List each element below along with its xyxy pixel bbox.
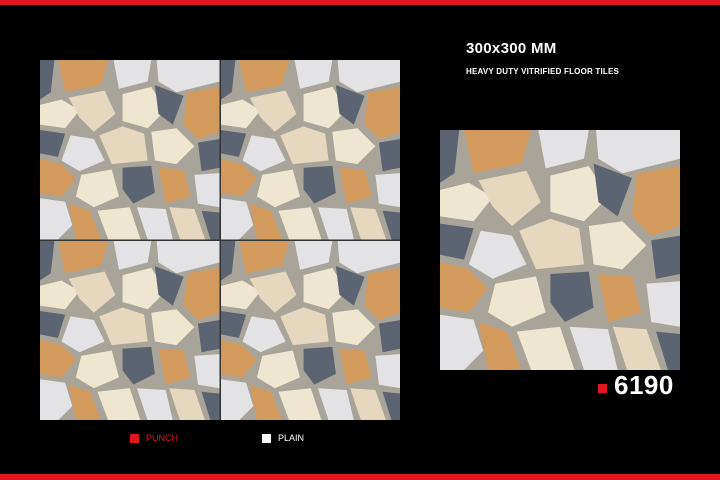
legend-punch: PUNCH — [130, 433, 178, 443]
code-marker-square — [598, 384, 607, 393]
top-accent-bar — [0, 0, 720, 5]
tile-size-heading: 300x300 MM — [466, 40, 557, 57]
tile-image-top-left — [40, 60, 220, 240]
tile-image-top-right — [220, 60, 400, 240]
tile-description: HEAVY DUTY VITRIFIED FLOOR TILES — [466, 67, 620, 76]
punch-label: PUNCH — [146, 433, 179, 443]
product-code-number: 6190 — [614, 370, 674, 400]
tile-image-bottom-right — [220, 240, 400, 420]
tile-layout-grid — [40, 60, 400, 420]
tile-image-bottom-left — [40, 240, 220, 420]
product-code: 6190 — [598, 370, 674, 401]
single-tile-image — [440, 130, 680, 370]
plain-label: PLAIN — [278, 433, 305, 443]
plain-swatch — [262, 433, 271, 443]
punch-swatch — [130, 433, 139, 443]
bottom-accent-bar — [0, 474, 720, 480]
legend-plain: PLAIN — [262, 433, 304, 443]
